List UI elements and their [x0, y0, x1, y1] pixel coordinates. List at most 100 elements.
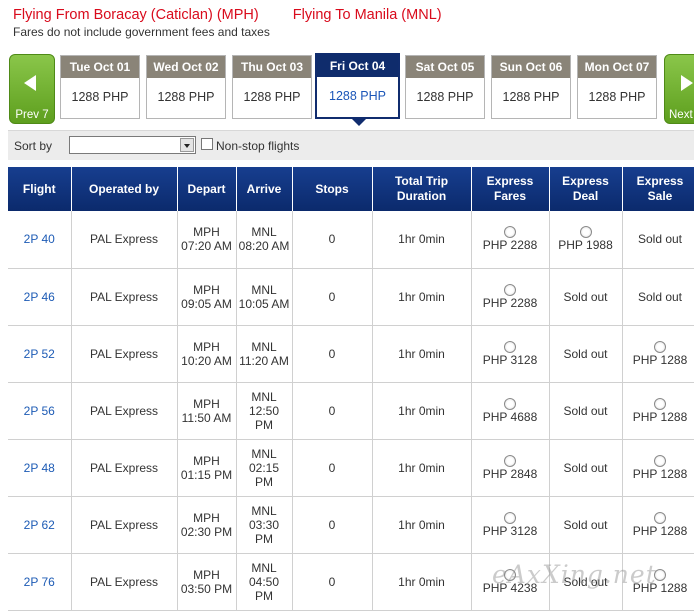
date-tab-label: Mon Oct 07 — [578, 56, 656, 78]
fare-radio[interactable] — [504, 511, 516, 524]
prev-week-button[interactable]: Prev 7 — [9, 54, 55, 124]
date-tab-price: 1288 PHP — [502, 90, 560, 104]
col-express-deal: Express Deal — [549, 167, 623, 211]
arrive-code: MNL — [251, 339, 277, 354]
express-fare-cell[interactable]: PHP 4238 — [470, 553, 550, 611]
date-tab[interactable]: Sat Oct 05 1288 PHP — [405, 55, 485, 119]
duration: 1hr 0min — [372, 382, 472, 440]
express-sale-status: Sold out — [637, 232, 683, 247]
col-express-fares: Express Fares — [471, 167, 550, 211]
flight-number[interactable]: 2P 62 — [8, 496, 72, 554]
express-fare-price: PHP 3128 — [482, 523, 538, 538]
depart-time: 10:20 AM — [181, 353, 232, 368]
date-tab[interactable]: Sun Oct 06 1288 PHP — [491, 55, 571, 119]
fare-radio[interactable] — [654, 397, 666, 410]
operator: PAL Express — [71, 268, 178, 326]
fare-radio[interactable] — [504, 340, 516, 353]
date-tab-label: Thu Oct 03 — [233, 56, 311, 78]
operator: PAL Express — [71, 211, 178, 269]
express-fare-price: PHP 2288 — [482, 238, 538, 253]
fare-radio[interactable] — [504, 226, 516, 239]
express-fare-price: PHP 2848 — [482, 466, 538, 481]
fare-radio[interactable] — [579, 226, 592, 239]
flight-number[interactable]: 2P 46 — [8, 268, 72, 326]
fare-radio[interactable] — [504, 568, 516, 581]
col-arrive: Arrive — [236, 167, 293, 211]
date-tab-selected[interactable]: Fri Oct 04 1288 PHP — [315, 53, 400, 126]
date-tab[interactable]: Thu Oct 03 1288 PHP — [232, 55, 312, 119]
arrive-cell: MNL 12:50 PM — [236, 382, 293, 440]
date-tab[interactable]: Wed Oct 02 1288 PHP — [146, 55, 226, 119]
origin-label: Flying From Boracay (Caticlan) (MPH) — [13, 7, 259, 23]
express-sale-cell[interactable]: PHP 1288 — [622, 439, 694, 497]
date-tab-price: 1288 PHP — [329, 89, 386, 103]
arrive-cell: MNL 11:20 AM — [236, 325, 293, 383]
express-deal-price: PHP 1988 — [558, 238, 613, 253]
express-fare-cell[interactable]: PHP 3128 — [470, 325, 550, 383]
express-sale-cell[interactable]: PHP 1288 — [622, 553, 694, 611]
arrive-code: MNL — [251, 446, 277, 461]
duration: 1hr 0min — [372, 325, 472, 383]
depart-time: 02:30 PM — [180, 524, 233, 539]
date-tab-price: 1288 PHP — [157, 90, 215, 104]
date-tab-label: Wed Oct 02 — [147, 56, 225, 78]
fare-radio[interactable] — [654, 454, 666, 467]
date-tab-price: 1288 PHP — [416, 90, 474, 104]
sort-select[interactable] — [69, 136, 196, 154]
express-fare-cell[interactable]: PHP 2848 — [470, 439, 550, 497]
express-sale-price: PHP 1288 — [632, 523, 688, 538]
express-fare-cell[interactable]: PHP 4688 — [470, 382, 550, 440]
date-tab[interactable]: Tue Oct 01 1288 PHP — [60, 55, 140, 119]
express-fare-cell[interactable]: PHP 2288 — [470, 268, 550, 326]
stops: 0 — [292, 325, 373, 383]
fare-radio[interactable] — [654, 568, 666, 581]
stops: 0 — [292, 439, 373, 497]
date-tab-label: Sun Oct 06 — [492, 56, 570, 78]
nonstop-label[interactable]: Non-stop flights — [216, 139, 299, 153]
fare-radio[interactable] — [654, 511, 666, 524]
express-deal-status: Sold out — [563, 346, 608, 361]
arrow-right-icon — [681, 75, 693, 91]
flight-number[interactable]: 2P 48 — [8, 439, 72, 497]
duration: 1hr 0min — [372, 268, 472, 326]
fare-radio[interactable] — [504, 454, 516, 467]
operator: PAL Express — [71, 325, 178, 383]
date-tab-label: Sat Oct 05 — [406, 56, 484, 78]
duration: 1hr 0min — [372, 496, 472, 554]
depart-cell: MPH 07:20 AM — [177, 211, 237, 269]
flight-number[interactable]: 2P 40 — [8, 211, 72, 269]
flight-number[interactable]: 2P 76 — [8, 553, 72, 611]
express-sale-cell[interactable]: PHP 1288 — [622, 325, 694, 383]
date-tab-label: Tue Oct 01 — [61, 56, 139, 78]
express-deal-cell[interactable]: PHP 1988 — [549, 211, 623, 269]
arrive-cell: MNL 03:30 PM — [236, 496, 293, 554]
express-sale-cell: Sold out — [622, 268, 694, 326]
express-fare-cell[interactable]: PHP 3128 — [470, 496, 550, 554]
fare-radio[interactable] — [654, 340, 666, 353]
sort-label: Sort by — [14, 139, 53, 153]
arrow-left-icon — [24, 75, 36, 91]
express-deal-status: Sold out — [563, 460, 608, 475]
arrive-code: MNL — [251, 225, 277, 240]
express-sale-cell[interactable]: PHP 1288 — [622, 382, 694, 440]
arrive-time: 04:50 PM — [248, 574, 280, 603]
express-sale-cell[interactable]: PHP 1288 — [622, 496, 694, 554]
date-tab[interactable]: Mon Oct 07 1288 PHP — [577, 55, 657, 119]
express-sale-cell: Sold out — [622, 211, 694, 269]
dropdown-arrow-icon[interactable] — [180, 138, 194, 152]
stops: 0 — [292, 553, 373, 611]
fare-radio[interactable] — [504, 397, 516, 410]
next-week-button[interactable]: Next — [664, 54, 694, 124]
nonstop-checkbox[interactable] — [201, 138, 213, 150]
flight-number[interactable]: 2P 52 — [8, 325, 72, 383]
express-fare-cell[interactable]: PHP 2288 — [470, 211, 550, 269]
depart-cell: MPH 10:20 AM — [177, 325, 237, 383]
depart-cell: MPH 03:50 PM — [177, 553, 237, 611]
depart-time: 09:05 AM — [181, 296, 232, 311]
depart-code: MPH — [193, 339, 220, 354]
express-sale-price: PHP 1288 — [632, 466, 688, 481]
arrive-code: MNL — [251, 389, 277, 404]
flight-number[interactable]: 2P 56 — [8, 382, 72, 440]
depart-cell: MPH 02:30 PM — [177, 496, 237, 554]
fare-radio[interactable] — [504, 283, 516, 296]
